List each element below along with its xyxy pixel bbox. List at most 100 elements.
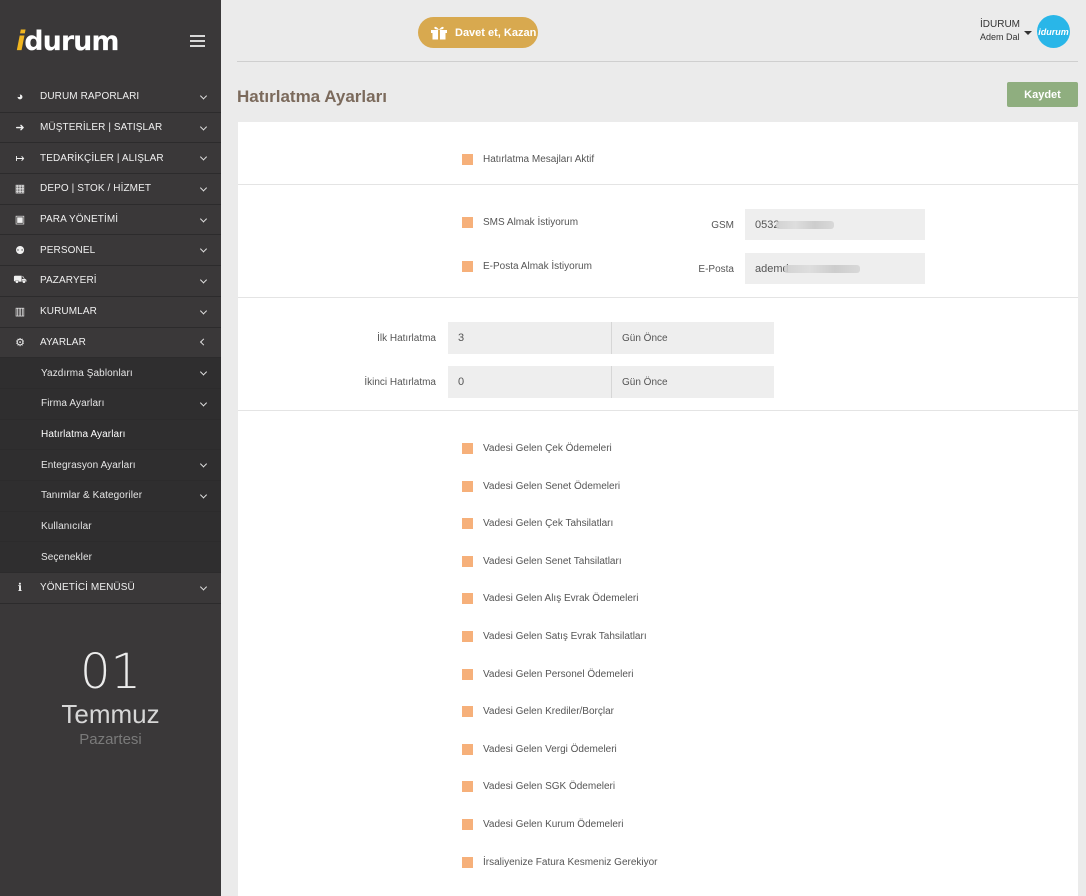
chevron-down-icon (199, 184, 208, 192)
reminder-label: Vadesi Gelen Satış Evrak Tahsilatları (483, 631, 647, 642)
nav-label: AYARLAR (40, 336, 86, 348)
boxes-icon: ▦ (14, 183, 26, 196)
sidebar-item-0[interactable]: ◕ DURUM RAPORLARI (0, 82, 221, 113)
checkbox-box[interactable] (462, 518, 473, 530)
reminder-type-list: Vadesi Gelen Çek Ödemeleri Vadesi Gelen S… (238, 411, 1078, 896)
reminder-checkbox[interactable]: Vadesi Gelen Senet Tahsilatları (462, 555, 622, 567)
checkbox-box[interactable] (462, 743, 473, 755)
sidebar-item-4[interactable]: ▣ PARA YÖNETİMİ (0, 204, 221, 236)
nav-label: Firma Ayarları (41, 398, 105, 410)
reminder-checkbox[interactable]: Vadesi Gelen Çek Tahsilatları (462, 518, 614, 530)
sidebar-item-3[interactable]: ▦ DEPO | STOK / HİZMET (0, 174, 221, 205)
nav-label: DURUM RAPORLARI (40, 91, 140, 103)
checkbox-box[interactable] (462, 668, 473, 680)
nav-label: Tanımlar & Kategoriler (41, 490, 143, 502)
checkbox-box[interactable] (462, 443, 473, 454)
sidebar-item-8[interactable]: ⚙ AYARLAR (0, 327, 221, 359)
eposta-label: E-Posta (698, 264, 734, 275)
checkbox-box[interactable] (462, 706, 473, 718)
sidebar-subitem-1[interactable]: Firma Ayarları (0, 388, 221, 420)
nav-label: Kullanıcılar (41, 520, 92, 532)
reminder-checkbox[interactable]: Vadesi Gelen Vergi Ödemeleri (462, 743, 617, 755)
sign-in-icon: ➜ (15, 122, 25, 135)
reminder-label: Vadesi Gelen Vergi Ödemeleri (483, 743, 617, 755)
nav-label: PARA YÖNETİMİ (40, 214, 119, 226)
reminder-checkbox[interactable]: Vadesi Gelen Çek Ödemeleri (462, 443, 612, 454)
sidebar-subitem-4[interactable]: Tanımlar & Kategoriler (0, 480, 221, 512)
reminder-label: Vadesi Gelen SGK Ödemeleri (483, 781, 616, 793)
date-widget: 01 Temmuz Pazartesi (0, 645, 221, 751)
gsm-input[interactable] (745, 209, 925, 240)
reminder-checkbox[interactable]: Vadesi Gelen Senet Ödemeleri (462, 480, 621, 492)
reminder-checkbox[interactable]: Vadesi Gelen Satış Evrak Tahsilatları (462, 631, 647, 642)
date-day: 01 (79, 644, 142, 700)
money-icon: ▣ (14, 214, 26, 227)
reminder-checkbox[interactable]: Vadesi Gelen Kurum Ödemeleri (462, 819, 623, 830)
checkbox-box[interactable] (462, 480, 473, 492)
chevron-down-icon (199, 276, 208, 284)
logo-bar: idurum (0, 0, 221, 82)
cogs-icon: ⚙ (15, 336, 25, 349)
save-button[interactable]: Kaydet (1007, 82, 1078, 107)
checkbox-box[interactable] (462, 593, 473, 605)
caret-down-icon[interactable] (1024, 31, 1032, 35)
days-before-addon: Gün Önce (611, 322, 774, 354)
reminder-checkbox[interactable]: Vadesi Gelen Alış Evrak Ödemeleri (462, 593, 639, 605)
nav-label: MÜŞTERİLER | SATIŞLAR (40, 122, 163, 134)
sidebar-subitem-0[interactable]: Yazdırma Şablonları (0, 358, 221, 389)
reminder-checkbox[interactable]: Vadesi Gelen Krediler/Borçlar (462, 706, 614, 718)
first-reminder-input[interactable] (448, 322, 611, 354)
second-reminder-input[interactable] (448, 366, 611, 398)
reminder-label: Vadesi Gelen Alış Evrak Ödemeleri (483, 593, 639, 605)
checkbox-box[interactable] (462, 154, 473, 165)
checkbox-box[interactable] (462, 555, 473, 567)
redacted-mask (776, 221, 834, 229)
chevron-left-icon (199, 338, 208, 346)
sidebar-item-1[interactable]: ➜ MÜŞTERİLER | SATIŞLAR (0, 112, 221, 144)
reminder-label: Vadesi Gelen Kurum Ödemeleri (483, 819, 624, 830)
avatar[interactable]: idurum (1037, 15, 1070, 48)
nav-label: DEPO | STOK / HİZMET (40, 183, 152, 195)
reminder-checkbox[interactable]: İrsaliyenize Fatura Kesmeniz Gerekiyor (462, 856, 658, 868)
days-before-addon: Gün Önce (611, 366, 774, 398)
chevron-down-icon (199, 215, 208, 223)
invite-label: Davet et, Kazan (455, 26, 537, 39)
checkbox-box[interactable] (462, 781, 473, 793)
hamburger-menu-icon[interactable] (190, 35, 205, 47)
nav-label: PERSONEL (40, 244, 96, 256)
checkbox-box[interactable] (462, 631, 473, 642)
invite-earn-button[interactable]: Davet et, Kazan (418, 17, 538, 48)
sidebar-subitem-3[interactable]: Entegrasyon Ayarları (0, 450, 221, 481)
reminder-checkbox[interactable]: Vadesi Gelen SGK Ödemeleri (462, 781, 616, 793)
email-checkbox[interactable]: E-Posta Almak İstiyorum (462, 261, 592, 272)
sidebar-item-admin[interactable]: ℹ YÖNETİCİ MENÜSÜ (0, 573, 221, 604)
chevron-down-icon (199, 92, 208, 100)
checkbox-box[interactable] (462, 856, 473, 868)
sidebar-subitem-5[interactable]: Kullanıcılar (0, 511, 221, 543)
checkbox-box[interactable] (462, 217, 473, 228)
reminder-label: Vadesi Gelen Personel Ödemeleri (483, 668, 634, 680)
sidebar-subitem-6[interactable]: Seçenekler (0, 542, 221, 573)
checkbox-box[interactable] (462, 261, 473, 272)
chevron-down-icon (199, 460, 208, 468)
pie-chart-icon: ◕ (16, 90, 24, 103)
nav-label: YÖNETİCİ MENÜSÜ (40, 582, 135, 594)
reminder-active-checkbox[interactable]: Hatırlatma Mesajları Aktif (462, 154, 594, 165)
reminder-label: Vadesi Gelen Senet Ödemeleri (483, 480, 621, 492)
reminder-checkbox[interactable]: Vadesi Gelen Personel Ödemeleri (462, 668, 634, 680)
sms-checkbox[interactable]: SMS Almak İstiyorum (462, 217, 578, 228)
user-name: Adem Dal (980, 32, 1020, 42)
sidebar-subitem-2[interactable]: Hatırlatma Ayarları (0, 419, 221, 451)
sidebar-item-5[interactable]: ⚉ PERSONEL (0, 235, 221, 267)
user-menu[interactable]: İDURUM Adem Dal (980, 19, 1020, 42)
brand-logo[interactable]: idurum (16, 26, 120, 57)
sidebar-nav: ◕ DURUM RAPORLARI ➜ MÜŞTERİLER | SATIŞLAR ↦ T… (0, 82, 221, 604)
sidebar-item-6[interactable]: ⛟ PAZARYERİ (0, 266, 221, 297)
sidebar: idurum ◕ DURUM RAPORLARI ➜ MÜŞTERİLER | SAT… (0, 0, 221, 896)
info-icon: ℹ (17, 582, 23, 595)
sidebar-item-2[interactable]: ↦ TEDARİKÇİLER | ALIŞLAR (0, 143, 221, 175)
reminder-label: Vadesi Gelen Çek Tahsilatları (483, 518, 614, 530)
checkbox-box[interactable] (462, 819, 473, 830)
cart-icon: ⛟ (13, 273, 27, 286)
sidebar-item-7[interactable]: ▥ KURUMLAR (0, 296, 221, 328)
